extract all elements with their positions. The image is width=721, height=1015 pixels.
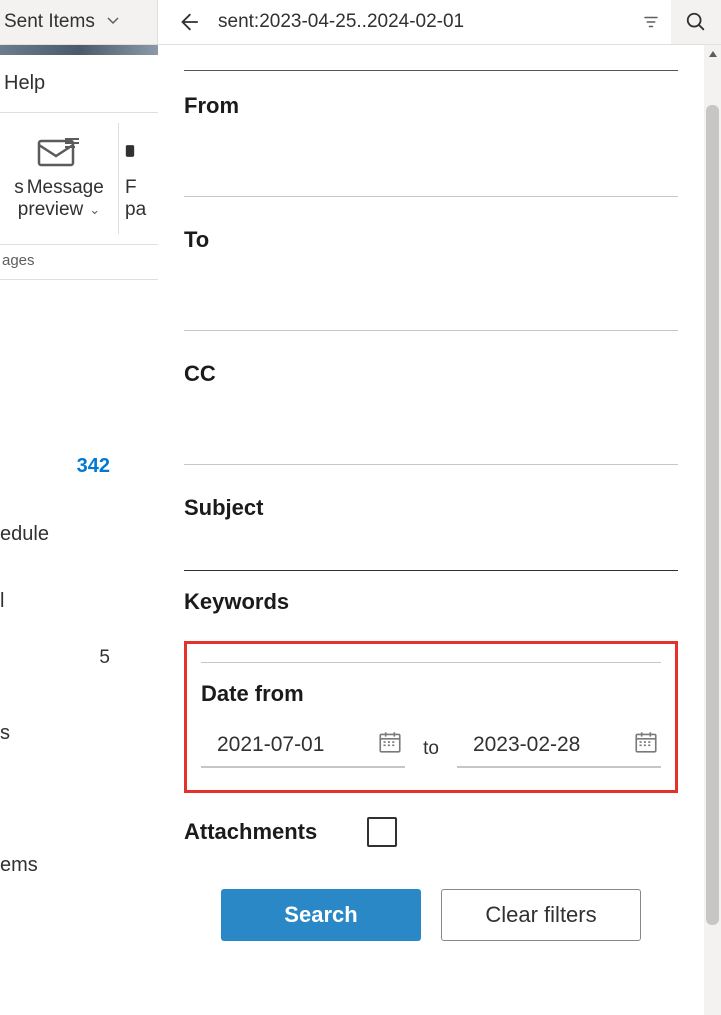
- ribbon-group-label: ages: [0, 247, 158, 280]
- search-query-text: sent:2023-04-25..2024-02-01: [218, 11, 464, 33]
- to-field-block: To: [184, 227, 678, 331]
- decorative-band: [0, 45, 158, 55]
- date-from-input[interactable]: 2021-07-01: [201, 723, 405, 768]
- subject-input[interactable]: [184, 521, 678, 571]
- draft-count: 5: [99, 647, 110, 669]
- date-to-word: to: [423, 738, 439, 768]
- attachments-label: Attachments: [184, 819, 317, 845]
- panel-divider: [184, 65, 678, 71]
- msg-preview-line2: preview: [18, 199, 83, 221]
- subject-field-block: Subject: [184, 495, 678, 571]
- cc-label: CC: [184, 361, 678, 387]
- date-from-value: 2021-07-01: [203, 733, 324, 757]
- to-label: To: [184, 227, 678, 253]
- from-field-block: From: [184, 93, 678, 197]
- triangle-up-icon: [708, 49, 718, 59]
- date-range-section: Date from 2021-07-01 to 2023-02-28: [184, 641, 678, 793]
- subject-label: Subject: [184, 495, 678, 521]
- scroll-up-button[interactable]: [704, 45, 721, 62]
- vertical-scrollbar[interactable]: [704, 45, 721, 1015]
- unread-count: 342: [77, 455, 110, 478]
- search-icon: [685, 11, 707, 33]
- filter-icon: [642, 13, 660, 31]
- envelope-lines-icon: [35, 131, 83, 177]
- attachments-checkbox[interactable]: [367, 817, 397, 847]
- ribbon-section: sMessage preview⌄ F pa: [0, 113, 158, 245]
- help-tab[interactable]: Help: [0, 55, 158, 113]
- search-input[interactable]: sent:2023-04-25..2024-02-01: [218, 0, 631, 45]
- date-to-input[interactable]: 2023-02-28: [457, 723, 661, 768]
- scroll-thumb[interactable]: [706, 105, 719, 925]
- date-from-label: Date from: [201, 681, 661, 707]
- calendar-icon[interactable]: [377, 729, 403, 760]
- sidebar-item[interactable]: s: [0, 722, 158, 745]
- panel-divider: [201, 662, 661, 663]
- search-back-button[interactable]: [158, 0, 218, 45]
- search-submit-button[interactable]: [671, 0, 721, 45]
- folder-pane-line2: pa: [125, 199, 146, 221]
- help-label: Help: [4, 72, 45, 95]
- folder-pane-prefix: F: [125, 177, 137, 199]
- sidebar-item-drafts[interactable]: 5: [0, 647, 158, 669]
- folder-count-row[interactable]: 342: [0, 455, 158, 478]
- sidebar-item-schedule[interactable]: edule: [0, 523, 158, 546]
- sidebar-item[interactable]: l: [0, 590, 158, 613]
- keywords-field-block: Keywords: [184, 589, 678, 615]
- cc-field-block: CC: [184, 361, 678, 465]
- chevron-down-icon: ⌄: [89, 202, 100, 218]
- search-button[interactable]: Search: [221, 889, 421, 941]
- calendar-icon[interactable]: [633, 729, 659, 760]
- search-scope-dropdown[interactable]: Sent Items: [0, 0, 158, 45]
- filter-toggle-button[interactable]: [631, 0, 671, 45]
- msg-preview-line1: Message: [27, 177, 104, 199]
- from-input[interactable]: [184, 119, 678, 197]
- search-filter-panel: From To CC Subject Keywords Date from 20…: [158, 45, 704, 1015]
- search-scope-label: Sent Items: [4, 11, 95, 33]
- panel-icon: [125, 131, 145, 177]
- arrow-left-icon: [177, 11, 199, 33]
- keywords-label: Keywords: [184, 589, 678, 615]
- date-to-value: 2023-02-28: [459, 733, 580, 757]
- cc-input[interactable]: [184, 387, 678, 465]
- from-label: From: [184, 93, 678, 119]
- clear-filters-button[interactable]: Clear filters: [441, 889, 641, 941]
- message-preview-button[interactable]: sMessage preview⌄: [0, 113, 118, 244]
- attachments-row: Attachments: [184, 817, 678, 847]
- sidebar-item[interactable]: ems: [0, 854, 158, 877]
- chevron-down-icon: [105, 12, 121, 33]
- to-input[interactable]: [184, 253, 678, 331]
- folder-pane-button[interactable]: F pa: [119, 113, 157, 244]
